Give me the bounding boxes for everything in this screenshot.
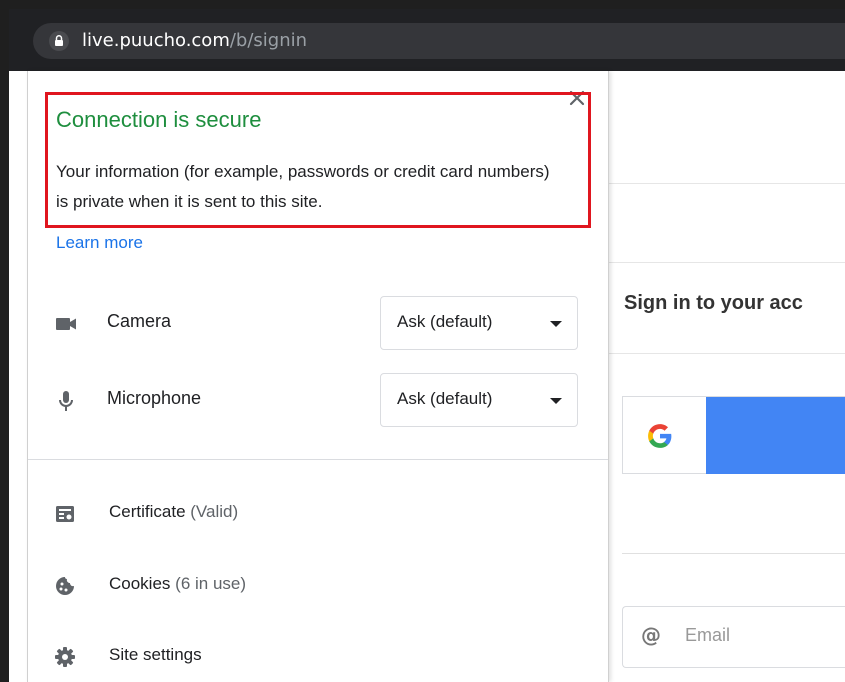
google-g-icon — [648, 424, 672, 448]
url-host: live.puucho.com — [82, 30, 230, 51]
cookies-row[interactable]: Cookies (6 in use) — [28, 567, 608, 607]
permission-label: Microphone — [107, 388, 202, 408]
signin-title: Sign in to your acc — [624, 292, 803, 314]
site-settings-row[interactable]: Site settings — [28, 638, 608, 678]
omnibox[interactable]: live.puucho.com/b/signin — [33, 23, 845, 59]
site-settings-label: Site settings — [109, 645, 202, 664]
connection-secure-title: Connection is secure — [56, 107, 262, 132]
camera-icon — [56, 318, 76, 330]
chevron-down-icon — [550, 321, 562, 327]
permission-row-microphone: Microphone Ask (default) — [28, 373, 608, 429]
lock-icon[interactable] — [49, 31, 69, 51]
google-button-blue-area[interactable] — [706, 397, 845, 474]
url-text[interactable]: live.puucho.com/b/signin — [82, 28, 307, 54]
gear-icon — [55, 647, 75, 667]
select-value: Ask (default) — [397, 389, 493, 408]
certificate-label: Certificate — [109, 502, 186, 521]
microphone-icon — [59, 391, 73, 411]
cookie-icon — [56, 577, 74, 595]
site-info-popup: Connection is secure Your information (f… — [27, 71, 609, 682]
screenshot-frame-left — [0, 0, 9, 682]
page-divider — [606, 183, 845, 184]
info-label: Cookies (6 in use) — [109, 574, 246, 594]
certificate-row[interactable]: Certificate (Valid) — [28, 495, 608, 535]
at-sign-icon: @ — [641, 623, 661, 647]
browser-toolbar: live.puucho.com/b/signin — [9, 9, 845, 71]
chevron-down-icon — [550, 398, 562, 404]
email-placeholder: Email — [685, 625, 731, 645]
permission-row-camera: Camera Ask (default) — [28, 296, 608, 352]
google-signin-button[interactable] — [622, 396, 845, 474]
page-divider — [606, 262, 845, 263]
page-divider — [622, 553, 845, 554]
cookies-count: (6 in use) — [175, 574, 247, 593]
cookies-label: Cookies — [109, 574, 171, 593]
connection-secure-description: Your information (for example, passwords… — [56, 162, 550, 211]
page-divider — [606, 353, 845, 354]
select-value: Ask (default) — [397, 312, 493, 331]
certificate-status: (Valid) — [190, 502, 239, 521]
screenshot-frame-top — [0, 0, 845, 9]
camera-permission-select[interactable]: Ask (default) — [380, 296, 578, 350]
certificate-icon — [56, 506, 74, 522]
learn-more-link[interactable]: Learn more — [56, 233, 143, 253]
microphone-permission-select[interactable]: Ask (default) — [380, 373, 578, 427]
popup-divider — [28, 459, 608, 460]
info-label: Certificate (Valid) — [109, 502, 238, 522]
permission-label: Camera — [107, 311, 172, 331]
url-path: /b/signin — [229, 30, 308, 51]
email-input[interactable]: @ Email — [622, 606, 845, 668]
